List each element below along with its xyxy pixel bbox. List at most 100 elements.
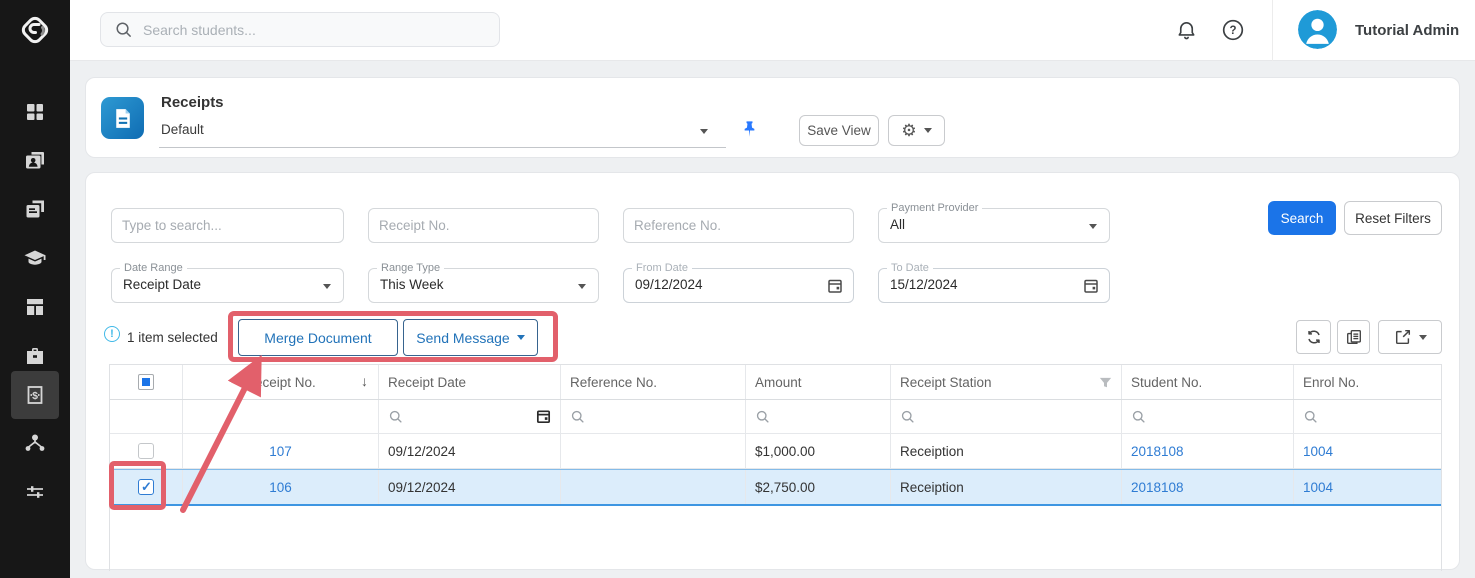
reset-filters-button[interactable]: Reset Filters bbox=[1344, 201, 1442, 235]
sidebar-item-network[interactable] bbox=[0, 418, 70, 466]
table-row[interactable]: 107 09/12/2024 $1,000.00 Receiption 2018… bbox=[110, 434, 1441, 469]
filter-cell-student-no[interactable] bbox=[1122, 400, 1294, 433]
sidebar-item-dashboard[interactable] bbox=[0, 88, 70, 136]
copy-icon bbox=[1345, 328, 1363, 346]
to-date-label: To Date bbox=[887, 262, 933, 275]
range-type-select[interactable]: Range Type This Week bbox=[368, 268, 599, 303]
avatar-person-icon bbox=[1298, 10, 1337, 49]
sidebar: $ bbox=[0, 0, 70, 578]
row-select-cell[interactable] bbox=[110, 434, 183, 468]
app-window: $ ? Tutorial Admin Receipts bbox=[0, 0, 1475, 578]
column-label: Receipt No. bbox=[245, 375, 316, 390]
calendar-icon[interactable] bbox=[826, 277, 844, 300]
user-avatar[interactable] bbox=[1298, 10, 1337, 49]
sidebar-item-boards[interactable] bbox=[0, 283, 70, 331]
svg-text:?: ? bbox=[1229, 25, 1236, 37]
refresh-button[interactable] bbox=[1296, 320, 1331, 354]
graduation-cap-icon bbox=[23, 246, 47, 270]
receipt-no-cell: 106 bbox=[183, 470, 379, 504]
view-selector[interactable]: Default bbox=[159, 116, 726, 148]
receipt-link[interactable]: 106 bbox=[269, 480, 292, 495]
calendar-icon[interactable] bbox=[535, 408, 552, 428]
amount-cell: $1,000.00 bbox=[746, 434, 891, 468]
notifications-button[interactable] bbox=[1173, 17, 1199, 43]
from-date-field[interactable]: From Date 09/12/2024 bbox=[623, 268, 854, 303]
info-icon: ! bbox=[104, 326, 120, 342]
receipt-icon: $ bbox=[24, 384, 46, 406]
column-header-student-no[interactable]: Student No. bbox=[1122, 365, 1294, 399]
payment-provider-value: All bbox=[890, 217, 905, 232]
column-label: Receipt Station bbox=[900, 375, 992, 390]
help-icon: ? bbox=[1221, 18, 1245, 42]
receipt-date-cell: 09/12/2024 bbox=[379, 470, 561, 504]
column-header-amount[interactable]: Amount bbox=[746, 365, 891, 399]
grid-header-row: Receipt No. ↓ Receipt Date Reference No.… bbox=[110, 365, 1441, 400]
save-view-button[interactable]: Save View bbox=[799, 115, 879, 146]
payment-provider-select[interactable]: Payment Provider All bbox=[878, 208, 1110, 243]
chevron-down-icon bbox=[578, 284, 586, 289]
date-range-value: Receipt Date bbox=[123, 277, 201, 292]
payment-provider-label: Payment Provider bbox=[887, 202, 982, 215]
search-button[interactable]: Search bbox=[1268, 201, 1336, 235]
receipt-station-cell: Receiption bbox=[891, 434, 1122, 468]
app-logo bbox=[0, 0, 70, 60]
user-name[interactable]: Tutorial Admin bbox=[1355, 0, 1459, 60]
row-checkbox[interactable] bbox=[138, 479, 154, 495]
from-date-value: 09/12/2024 bbox=[635, 277, 703, 292]
enrol-link[interactable]: 1004 bbox=[1303, 444, 1333, 459]
pin-view-button[interactable] bbox=[737, 116, 761, 142]
quick-search-input[interactable] bbox=[111, 208, 344, 243]
export-button[interactable] bbox=[1378, 320, 1442, 354]
merge-document-button[interactable]: Merge Document bbox=[238, 319, 398, 356]
global-search-input[interactable] bbox=[143, 22, 463, 38]
help-button[interactable]: ? bbox=[1220, 17, 1246, 43]
document-icon bbox=[110, 106, 135, 131]
filter-cell-reference-no[interactable] bbox=[561, 400, 746, 433]
search-icon bbox=[1131, 409, 1146, 424]
sidebar-item-settings[interactable] bbox=[0, 468, 70, 516]
chevron-down-icon bbox=[1419, 335, 1427, 340]
range-type-label: Range Type bbox=[377, 262, 444, 275]
to-date-field[interactable]: To Date 15/12/2024 bbox=[878, 268, 1110, 303]
global-search[interactable] bbox=[100, 12, 500, 47]
column-header-receipt-station[interactable]: Receipt Station bbox=[891, 365, 1122, 399]
export-icon bbox=[1394, 328, 1412, 346]
sidebar-item-courses[interactable] bbox=[0, 234, 70, 282]
sidebar-item-documents[interactable] bbox=[0, 185, 70, 233]
filter-cell-enrol-no[interactable] bbox=[1294, 400, 1441, 433]
row-select-cell[interactable] bbox=[110, 470, 183, 504]
view-selector-value: Default bbox=[161, 122, 204, 137]
select-all-cell[interactable] bbox=[110, 365, 183, 399]
dashboard-icon bbox=[24, 101, 46, 123]
filter-cell-receipt-no[interactable] bbox=[183, 400, 379, 433]
sidebar-item-students[interactable] bbox=[0, 136, 70, 184]
filter-cell-select bbox=[110, 400, 183, 433]
receipt-link[interactable]: 107 bbox=[269, 444, 292, 459]
filter-funnel-icon[interactable] bbox=[1098, 375, 1113, 393]
enrol-no-cell: 1004 bbox=[1294, 470, 1441, 504]
sidebar-item-receipts[interactable]: $ bbox=[0, 371, 70, 419]
filter-cell-receipt-date[interactable] bbox=[379, 400, 561, 433]
table-row[interactable]: 106 09/12/2024 $2,750.00 Receiption 2018… bbox=[110, 469, 1441, 506]
date-range-label: Date Range bbox=[120, 262, 187, 275]
filter-cell-receipt-station[interactable] bbox=[891, 400, 1122, 433]
receipt-no-input[interactable] bbox=[368, 208, 599, 243]
copy-button[interactable] bbox=[1337, 320, 1370, 354]
receipt-no-cell: 107 bbox=[183, 434, 379, 468]
column-header-receipt-no[interactable]: Receipt No. ↓ bbox=[183, 365, 379, 399]
date-range-select[interactable]: Date Range Receipt Date bbox=[111, 268, 344, 303]
enrol-link[interactable]: 1004 bbox=[1303, 480, 1333, 495]
search-icon bbox=[1303, 409, 1318, 424]
student-link[interactable]: 2018108 bbox=[1131, 444, 1184, 459]
student-link[interactable]: 2018108 bbox=[1131, 480, 1184, 495]
filter-cell-amount[interactable] bbox=[746, 400, 891, 433]
calendar-icon[interactable] bbox=[1082, 277, 1100, 300]
column-header-reference-no[interactable]: Reference No. bbox=[561, 365, 746, 399]
view-settings-button[interactable]: ⚙ bbox=[888, 115, 945, 146]
column-header-enrol-no[interactable]: Enrol No. bbox=[1294, 365, 1441, 399]
column-header-receipt-date[interactable]: Receipt Date bbox=[379, 365, 561, 399]
select-all-checkbox[interactable] bbox=[138, 374, 154, 390]
send-message-button[interactable]: Send Message bbox=[403, 319, 538, 356]
reference-no-input[interactable] bbox=[623, 208, 854, 243]
row-checkbox[interactable] bbox=[138, 443, 154, 459]
